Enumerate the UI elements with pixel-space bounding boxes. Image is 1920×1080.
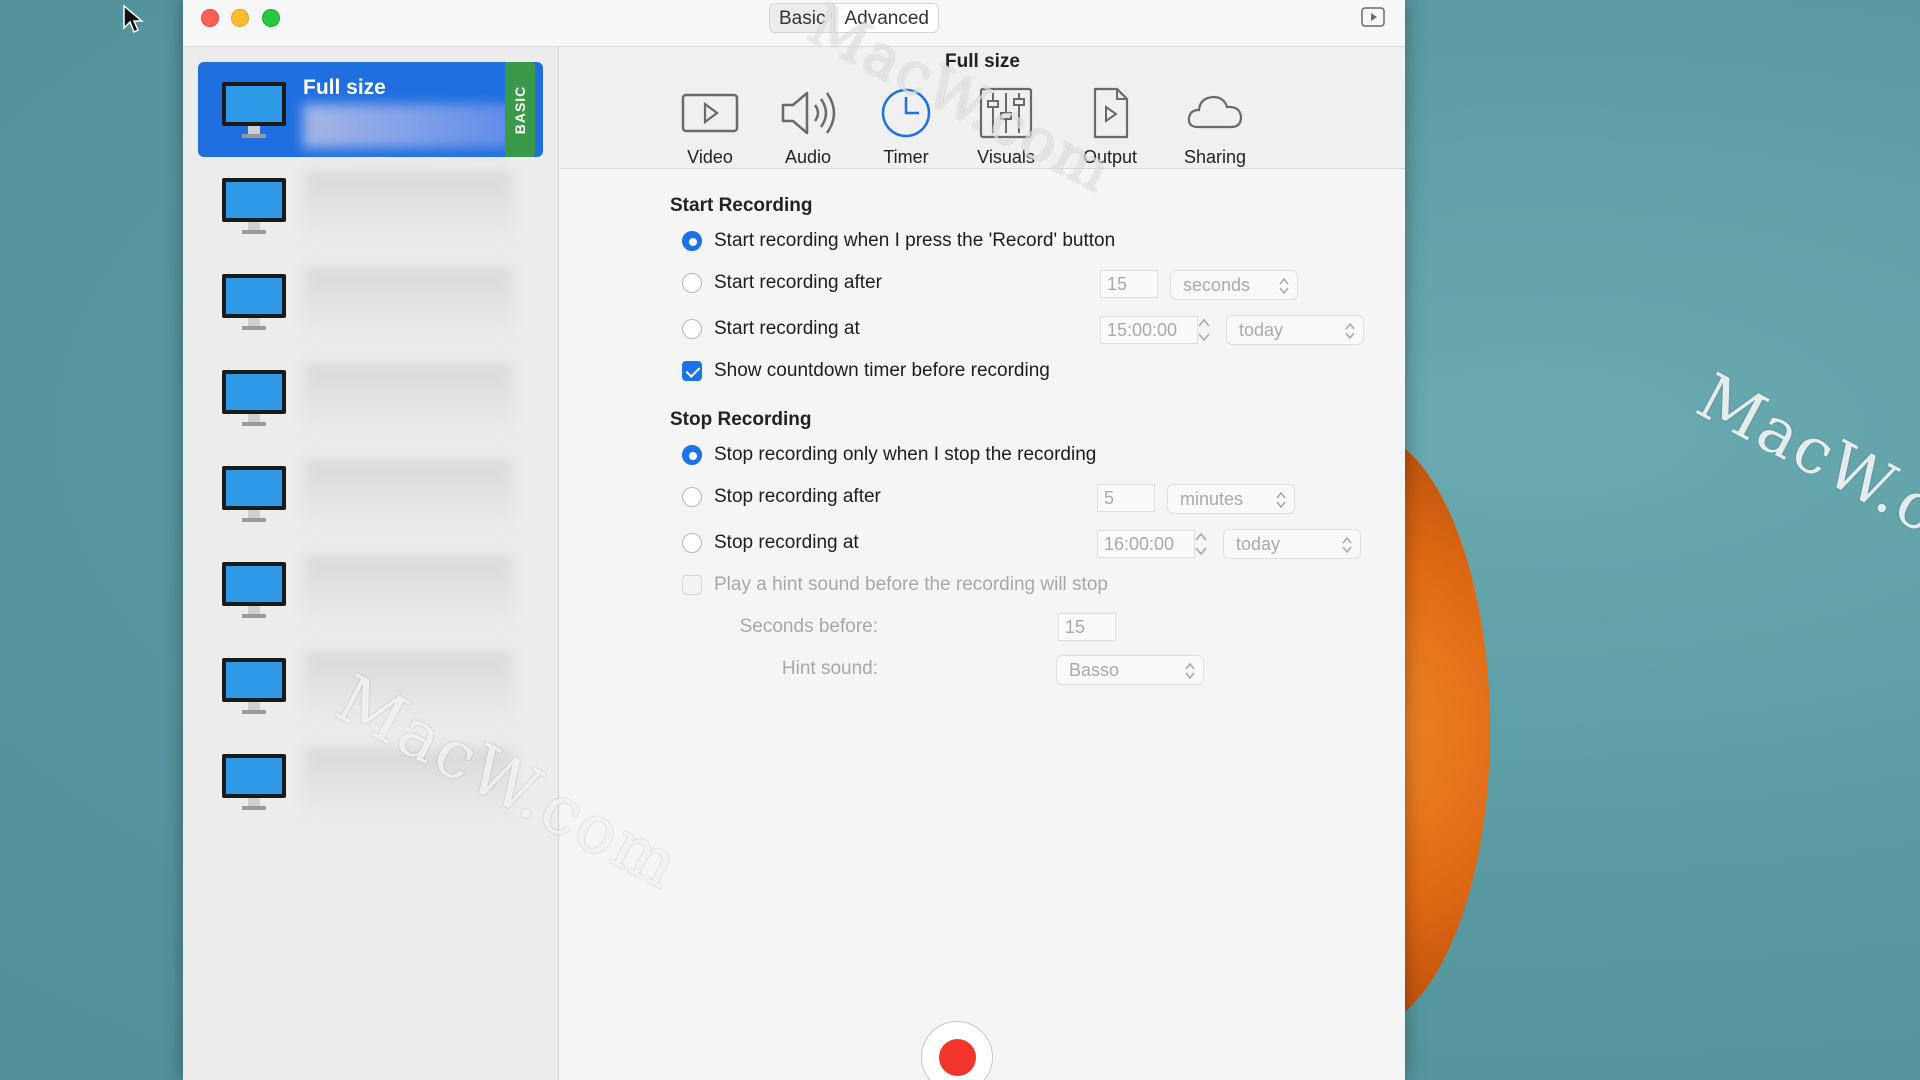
seconds-before-label: Seconds before: [739, 616, 878, 637]
tab-video[interactable]: Video [660, 85, 760, 168]
blurred-preset-details [303, 364, 513, 436]
settings-panel: Full size Video Audio Timer Visuals Outp… [560, 47, 1405, 1080]
title-bar: Basic Advanced [183, 0, 1405, 47]
radio-button[interactable] [682, 533, 702, 553]
close-window-button[interactable] [201, 9, 219, 27]
basic-badge: BASIC [505, 62, 535, 157]
stop-manual-option[interactable]: Stop recording only when I stop the reco… [682, 444, 1096, 466]
start-after-value-field[interactable]: 15 [1100, 270, 1158, 298]
time-stepper-icon[interactable] [1193, 529, 1209, 559]
monitor-icon [222, 274, 286, 330]
chevron-updown-icon [1185, 662, 1195, 680]
blurred-preset-details [303, 556, 513, 628]
monitor-icon [222, 370, 286, 426]
checkbox-checked[interactable] [682, 361, 702, 381]
time-stepper-icon[interactable] [1196, 315, 1212, 345]
radio-button[interactable] [682, 273, 702, 293]
monitor-icon [222, 466, 286, 522]
preset-sidebar: Full size BASIC [183, 47, 559, 1080]
radio-button-selected[interactable] [682, 231, 702, 251]
stop-at-option[interactable]: Stop recording at [682, 532, 859, 554]
blurred-preset-details [303, 172, 513, 244]
hint-sound-option[interactable]: Play a hint sound before the recording w… [682, 574, 1108, 596]
monitor-icon [222, 754, 286, 810]
record-button[interactable] [921, 1021, 993, 1080]
countdown-timer-option[interactable]: Show countdown timer before recording [682, 360, 1050, 382]
zoom-window-button[interactable] [262, 9, 280, 27]
checkbox[interactable] [682, 575, 702, 595]
radio-button[interactable] [682, 487, 702, 507]
start-after-unit-popup[interactable]: seconds [1170, 270, 1298, 300]
tab-sharing[interactable]: Sharing [1165, 85, 1265, 168]
start-on-record-option[interactable]: Start recording when I press the 'Record… [682, 230, 1115, 252]
monitor-icon [222, 82, 286, 138]
blurred-preset-details [303, 460, 513, 532]
stop-at-time-field[interactable]: 16:00:00 [1097, 530, 1195, 558]
preset-item[interactable] [198, 350, 543, 445]
chevron-updown-icon [1342, 536, 1352, 554]
app-window: Basic Advanced Full size BASIC Full size… [183, 0, 1405, 1080]
hint-sound-popup[interactable]: Basso [1056, 655, 1204, 685]
stop-at-day-popup[interactable]: today [1223, 529, 1361, 559]
chevron-updown-icon [1345, 322, 1355, 340]
stop-after-value-field[interactable]: 5 [1097, 484, 1155, 512]
hint-sound-label: Hint sound: [781, 658, 878, 679]
preset-title: Full size [303, 76, 386, 99]
preset-item-full-size[interactable]: Full size BASIC [198, 62, 543, 157]
start-at-day-popup[interactable]: today [1226, 315, 1364, 345]
speaker-icon [781, 91, 836, 135]
monitor-icon [222, 658, 286, 714]
cloud-icon [1187, 95, 1243, 129]
minimize-window-button[interactable] [231, 9, 249, 27]
monitor-icon [222, 562, 286, 618]
blurred-preset-details [303, 268, 513, 340]
monitor-icon [222, 178, 286, 234]
radio-button[interactable] [682, 319, 702, 339]
seconds-before-field[interactable]: 15 [1058, 613, 1116, 641]
preset-item[interactable] [198, 254, 543, 349]
chevron-updown-icon [1279, 277, 1289, 295]
chevron-updown-icon [1276, 491, 1286, 509]
start-at-option[interactable]: Start recording at [682, 318, 860, 340]
preset-item[interactable] [198, 542, 543, 637]
preset-item[interactable] [198, 446, 543, 541]
mouse-pointer-icon [123, 4, 144, 34]
blurred-preset-details [303, 104, 513, 148]
preset-item[interactable] [198, 158, 543, 253]
window-title: Full size [945, 51, 1020, 72]
stop-recording-heading: Stop Recording [670, 409, 812, 430]
start-recording-heading: Start Recording [670, 195, 813, 216]
start-after-option[interactable]: Start recording after [682, 272, 882, 294]
start-at-time-field[interactable]: 15:00:00 [1100, 316, 1198, 344]
stop-after-unit-popup[interactable]: minutes [1167, 484, 1295, 514]
tab-audio[interactable]: Audio [758, 85, 858, 168]
stop-after-option[interactable]: Stop recording after [682, 486, 881, 508]
radio-button-selected[interactable] [682, 445, 702, 465]
video-icon [681, 93, 739, 133]
preview-play-icon[interactable] [1361, 7, 1385, 27]
